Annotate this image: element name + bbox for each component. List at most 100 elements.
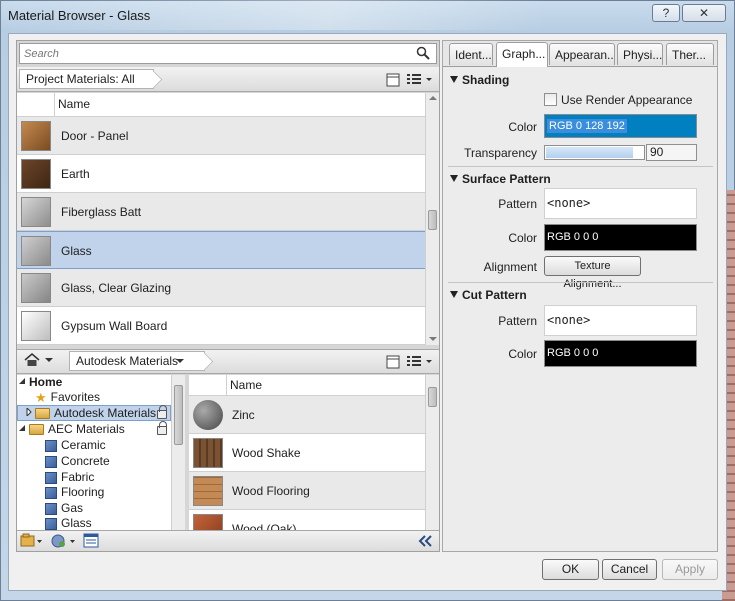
tab-identity[interactable]: Ident...: [449, 43, 493, 65]
asset-editor-icon[interactable]: [83, 533, 99, 548]
scrollbar-thumb[interactable]: [428, 387, 437, 407]
panel-toggle-icon[interactable]: [386, 355, 400, 369]
project-list-scrollbar[interactable]: [425, 93, 439, 345]
create-material-icon[interactable]: [50, 533, 78, 548]
project-material-row-selected[interactable]: Glass: [17, 231, 425, 269]
color-label: Color: [508, 347, 537, 361]
project-material-row[interactable]: Glass, Clear Glazing: [17, 269, 425, 307]
transparency-value-field[interactable]: 90: [646, 144, 697, 161]
project-material-row[interactable]: Door - Panel: [17, 117, 425, 155]
tree-aec-materials[interactable]: AEC Materials: [18, 422, 125, 436]
library-menu-icon[interactable]: [20, 533, 44, 548]
tree-home[interactable]: Home: [18, 375, 62, 389]
section-title: Surface Pattern: [462, 172, 551, 186]
tab-appearance[interactable]: Appearan...: [549, 43, 615, 65]
material-name: Fiberglass Batt: [61, 205, 142, 219]
category-label: Ceramic: [61, 438, 106, 452]
tree-aec-label: AEC Materials: [48, 422, 125, 436]
earth-thumbnail: [21, 159, 51, 189]
chevron-down-icon[interactable]: [44, 357, 54, 363]
category-icon: [45, 502, 57, 515]
scrollbar-thumb[interactable]: [174, 385, 183, 445]
tree-autodesk-materials[interactable]: Autodesk Materials: [26, 406, 156, 420]
tree-category[interactable]: Fabric: [45, 470, 94, 484]
tab-graphics[interactable]: Graph...: [496, 42, 548, 66]
collapsed-triangle-icon[interactable]: [26, 406, 32, 418]
project-filter-dropdown[interactable]: Project Materials: All: [19, 69, 154, 89]
view-options-icon[interactable]: [406, 72, 434, 86]
color-label: Color: [508, 120, 537, 134]
view-options-icon[interactable]: [406, 354, 434, 368]
apply-button[interactable]: Apply: [662, 559, 718, 580]
transparency-slider[interactable]: [544, 145, 645, 160]
tab-physical[interactable]: Physi...: [617, 43, 663, 65]
shading-color-swatch[interactable]: RGB 0 128 192: [544, 114, 697, 138]
library-material-row[interactable]: Wood Flooring: [189, 472, 425, 510]
transparency-fill: [546, 147, 633, 158]
library-list-scrollbar[interactable]: [425, 375, 439, 530]
scrollbar-thumb[interactable]: [428, 210, 437, 230]
fiberglass-thumbnail: [21, 197, 51, 227]
tree-category[interactable]: Ceramic: [45, 438, 106, 452]
surface-pattern-section-header[interactable]: Surface Pattern: [450, 172, 551, 186]
ok-button[interactable]: OK: [542, 559, 599, 580]
collapse-triangle-icon: [450, 291, 458, 298]
expanded-triangle-icon[interactable]: [18, 424, 26, 432]
panel-toggle-icon[interactable]: [386, 73, 400, 87]
expanded-triangle-icon[interactable]: [18, 377, 26, 385]
column-name-label[interactable]: Name: [230, 378, 262, 392]
texture-alignment-button[interactable]: Texture Alignment...: [544, 256, 641, 290]
material-name: Wood Flooring: [232, 484, 310, 498]
scroll-down-icon[interactable]: [429, 336, 437, 342]
tab-thermal[interactable]: Ther...: [666, 43, 714, 65]
collapse-triangle-icon: [450, 175, 458, 182]
gypsum-thumbnail: [21, 311, 51, 341]
tree-category[interactable]: Glass: [45, 516, 92, 530]
category-label: Glass: [61, 516, 92, 530]
transparency-label: Transparency: [464, 146, 537, 160]
wood-flooring-thumbnail: [193, 476, 223, 506]
pattern-label: Pattern: [498, 314, 537, 328]
category-icon: [45, 486, 57, 499]
project-material-row[interactable]: Fiberglass Batt: [17, 193, 425, 231]
cancel-button[interactable]: Cancel: [602, 559, 657, 580]
use-render-appearance-checkbox[interactable]: [544, 93, 557, 106]
zinc-thumbnail: [193, 400, 223, 430]
library-row-clip: Wood (Oak): [189, 510, 425, 530]
help-button[interactable]: ?: [652, 4, 680, 22]
tree-favorites-label: Favorites: [50, 390, 101, 405]
close-button[interactable]: ✕: [682, 4, 726, 22]
cut-pattern-color[interactable]: RGB 0 0 0: [544, 340, 697, 367]
project-material-row[interactable]: Earth: [17, 155, 425, 193]
shading-color-value: RGB 0 128 192: [547, 119, 627, 133]
home-icon[interactable]: [24, 353, 40, 367]
scroll-up-icon[interactable]: [429, 95, 437, 101]
library-material-row[interactable]: Wood (Oak): [189, 510, 425, 530]
tree-category[interactable]: Gas: [45, 501, 83, 515]
search-input[interactable]: [19, 43, 437, 64]
category-icon: [45, 455, 57, 468]
clear-glazing-thumbnail: [21, 273, 51, 303]
chevron-down-icon[interactable]: [175, 358, 185, 364]
category-label: Gas: [61, 501, 84, 515]
column-name-label[interactable]: Name: [58, 97, 90, 111]
tree-favorites[interactable]: ★ Favorites: [35, 390, 100, 406]
material-name: Zinc: [232, 408, 255, 422]
cut-pattern-section-header[interactable]: Cut Pattern: [450, 288, 527, 302]
library-material-row[interactable]: Zinc: [189, 396, 425, 434]
tree-category[interactable]: Concrete: [45, 454, 110, 468]
tree-category[interactable]: Flooring: [45, 485, 104, 499]
door-panel-thumbnail: [21, 121, 51, 151]
tab-baseline: [443, 66, 717, 67]
color-label: Color: [508, 231, 537, 245]
library-material-row[interactable]: Wood Shake: [189, 434, 425, 472]
project-material-row[interactable]: Gypsum Wall Board: [17, 307, 425, 345]
search-icon[interactable]: [416, 46, 430, 60]
collapse-double-chevron-icon[interactable]: [418, 535, 432, 547]
shading-section-header[interactable]: Shading: [450, 73, 509, 87]
tree-scrollbar[interactable]: [171, 375, 185, 530]
tree-autodesk-label: Autodesk Materials: [54, 406, 157, 420]
surface-pattern-color[interactable]: RGB 0 0 0: [544, 224, 697, 251]
surface-pattern-selector[interactable]: <none>: [544, 188, 697, 219]
cut-pattern-selector[interactable]: <none>: [544, 305, 697, 336]
